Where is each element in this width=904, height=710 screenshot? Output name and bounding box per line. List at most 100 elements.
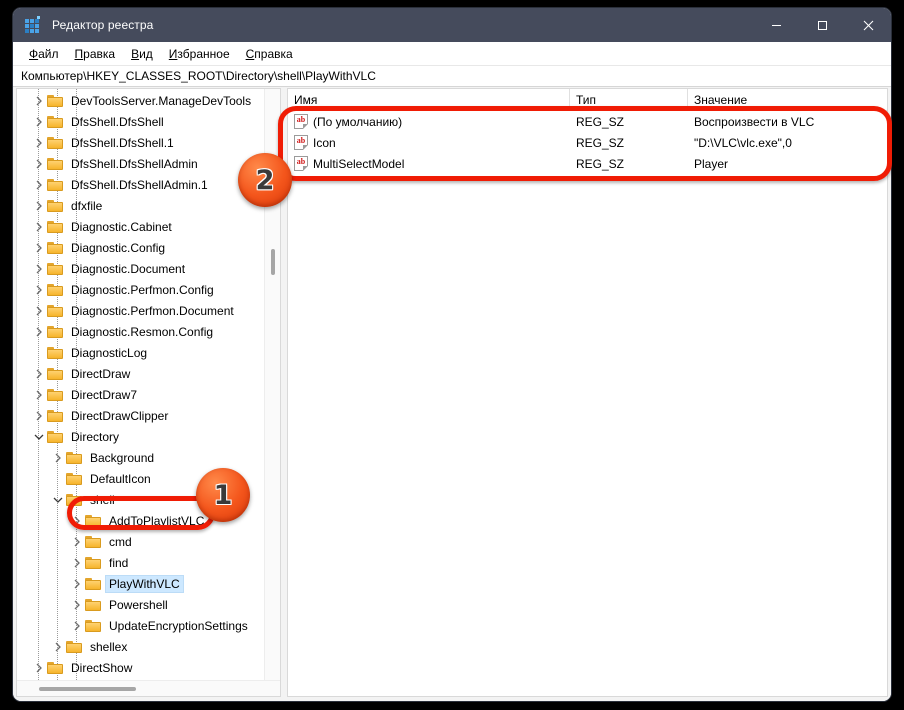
chevron-right-icon[interactable] xyxy=(31,90,47,111)
tree-item-label: Diagnostic.Perfmon.Config xyxy=(71,282,214,297)
menu-item-4[interactable]: Справка xyxy=(238,45,301,63)
tree-item[interactable]: UpdateEncryptionSettings xyxy=(17,615,280,636)
tree-item[interactable]: DfsShell.DfsShellAdmin.1 xyxy=(17,174,280,195)
folder-icon xyxy=(85,598,102,612)
chevron-right-icon[interactable] xyxy=(31,321,47,342)
tree-item[interactable]: Diagnostic.Perfmon.Document xyxy=(17,300,280,321)
value-name-text: (По умолчанию) xyxy=(313,114,403,129)
tree-item[interactable]: Directory xyxy=(17,426,280,447)
tree-horizontal-scrollbar[interactable] xyxy=(17,680,280,696)
tree-item[interactable]: Diagnostic.Document xyxy=(17,258,280,279)
tree-item-label: DefaultIcon xyxy=(90,471,151,486)
tree-item[interactable]: DfsShell.DfsShell xyxy=(17,111,280,132)
minimize-button[interactable] xyxy=(753,8,799,42)
values-list[interactable]: ab (По умолчанию) REG_SZ Воспроизвести в VL… xyxy=(288,111,887,696)
value-data-cell: Player xyxy=(694,156,729,171)
registry-values-pane: Имя Тип Значение ab (По умолчанию) REG_SZ В… xyxy=(287,88,888,697)
chevron-right-icon[interactable] xyxy=(31,216,47,237)
maximize-button[interactable] xyxy=(799,8,845,42)
tree-item[interactable]: DfsShell.DfsShellAdmin xyxy=(17,153,280,174)
chevron-right-icon[interactable] xyxy=(31,279,47,300)
tree-item[interactable]: Background xyxy=(17,447,280,468)
chevron-right-icon[interactable] xyxy=(31,363,47,384)
string-value-icon: ab xyxy=(294,114,308,129)
chevron-right-icon[interactable] xyxy=(69,594,85,615)
close-button[interactable] xyxy=(845,8,891,42)
tree-item[interactable]: DevToolsServer.ManageDevTools xyxy=(17,90,280,111)
menu-item-1[interactable]: Правка xyxy=(67,45,124,63)
address-bar[interactable]: Компьютер\HKEY_CLASSES_ROOT\Directory\sh… xyxy=(13,66,891,87)
registry-tree[interactable]: DevToolsServer.ManageDevTools DfsShell.Df… xyxy=(17,89,280,680)
chevron-down-icon[interactable] xyxy=(50,489,66,510)
folder-icon xyxy=(85,535,102,549)
tree-item-label: Diagnostic.Document xyxy=(71,261,186,276)
chevron-right-icon[interactable] xyxy=(69,510,85,531)
string-value-icon: ab xyxy=(294,135,308,150)
tree-item-selected[interactable]: PlayWithVLC xyxy=(17,573,280,594)
chevron-right-icon[interactable] xyxy=(31,405,47,426)
column-header-name[interactable]: Имя xyxy=(288,89,570,110)
tree-item-label: find xyxy=(109,555,129,570)
chevron-right-icon[interactable] xyxy=(31,174,47,195)
menu-item-2[interactable]: Вид xyxy=(123,45,161,63)
tree-item[interactable]: shell xyxy=(17,489,280,510)
tree-item[interactable]: shellex xyxy=(17,636,280,657)
tree-horizontal-scroll-thumb[interactable] xyxy=(39,687,136,691)
table-row[interactable]: ab MultiSelectModel REG_SZ Player xyxy=(288,153,887,174)
chevron-right-icon[interactable] xyxy=(31,384,47,405)
chevron-right-icon[interactable] xyxy=(69,615,85,636)
chevron-right-icon[interactable] xyxy=(50,447,66,468)
tree-item[interactable]: DfsShell.DfsShell.1 xyxy=(17,132,280,153)
tree-item[interactable]: DirectDrawClipper xyxy=(17,405,280,426)
title-bar[interactable]: Редактор реестра xyxy=(13,8,891,42)
chevron-right-icon[interactable] xyxy=(69,531,85,552)
menu-item-3[interactable]: Избранное xyxy=(161,45,238,63)
chevron-right-icon[interactable] xyxy=(31,132,47,153)
chevron-right-icon[interactable] xyxy=(31,300,47,321)
tree-vertical-scrollbar[interactable] xyxy=(264,89,280,680)
tree-item[interactable]: Diagnostic.Cabinet xyxy=(17,216,280,237)
tree-item[interactable]: Diagnostic.Config xyxy=(17,237,280,258)
chevron-right-icon[interactable] xyxy=(50,636,66,657)
chevron-right-icon[interactable] xyxy=(31,258,47,279)
chevron-right-icon[interactable] xyxy=(31,237,47,258)
value-type-cell: REG_SZ xyxy=(576,135,625,150)
menu-item-0[interactable]: Файл xyxy=(21,45,67,63)
tree-vertical-scroll-thumb[interactable] xyxy=(271,249,275,275)
folder-icon xyxy=(47,388,64,402)
tree-item[interactable]: DefaultIcon xyxy=(17,468,280,489)
tree-item-label: DirectDrawClipper xyxy=(71,408,169,423)
table-row[interactable]: ab Icon REG_SZ "D:\VLC\vlc.exe",0 xyxy=(288,132,887,153)
tree-item-label: PlayWithVLC xyxy=(105,574,184,593)
registry-tree-pane: DevToolsServer.ManageDevTools DfsShell.Df… xyxy=(16,88,281,697)
tree-item[interactable]: Diagnostic.Perfmon.Config xyxy=(17,279,280,300)
chevron-right-icon[interactable] xyxy=(31,195,47,216)
tree-item[interactable]: AddToPlaylistVLC xyxy=(17,510,280,531)
column-header-type[interactable]: Тип xyxy=(570,89,688,110)
column-header-value[interactable]: Значение xyxy=(688,89,887,110)
tree-item-label: DirectShow xyxy=(71,660,133,675)
folder-icon xyxy=(47,409,64,423)
chevron-down-icon[interactable] xyxy=(31,426,47,447)
chevron-right-icon[interactable] xyxy=(31,153,47,174)
tree-item[interactable]: Powershell xyxy=(17,594,280,615)
tree-item[interactable]: Diagnostic.Resmon.Config xyxy=(17,321,280,342)
tree-item[interactable]: DirectDraw xyxy=(17,363,280,384)
tree-item[interactable]: DiagnosticLog xyxy=(17,342,280,363)
chevron-right-icon[interactable] xyxy=(31,111,47,132)
folder-icon xyxy=(85,556,102,570)
tree-item[interactable]: dfxfile xyxy=(17,195,280,216)
chevron-right-icon[interactable] xyxy=(69,573,85,594)
window-controls xyxy=(753,8,891,42)
table-row[interactable]: ab (По умолчанию) REG_SZ Воспроизвести в VL… xyxy=(288,111,887,132)
tree-item[interactable]: DirectDraw7 xyxy=(17,384,280,405)
tree-item[interactable]: DirectShow xyxy=(17,657,280,678)
tree-item-label: DfsShell.DfsShellAdmin xyxy=(71,156,198,171)
tree-item[interactable]: find xyxy=(17,552,280,573)
tree-item[interactable]: cmd xyxy=(17,531,280,552)
folder-icon xyxy=(47,367,64,381)
tree-item-label: DfsShell.DfsShellAdmin.1 xyxy=(71,177,208,192)
chevron-right-icon[interactable] xyxy=(69,552,85,573)
chevron-right-icon[interactable] xyxy=(31,657,47,678)
folder-icon xyxy=(47,241,64,255)
